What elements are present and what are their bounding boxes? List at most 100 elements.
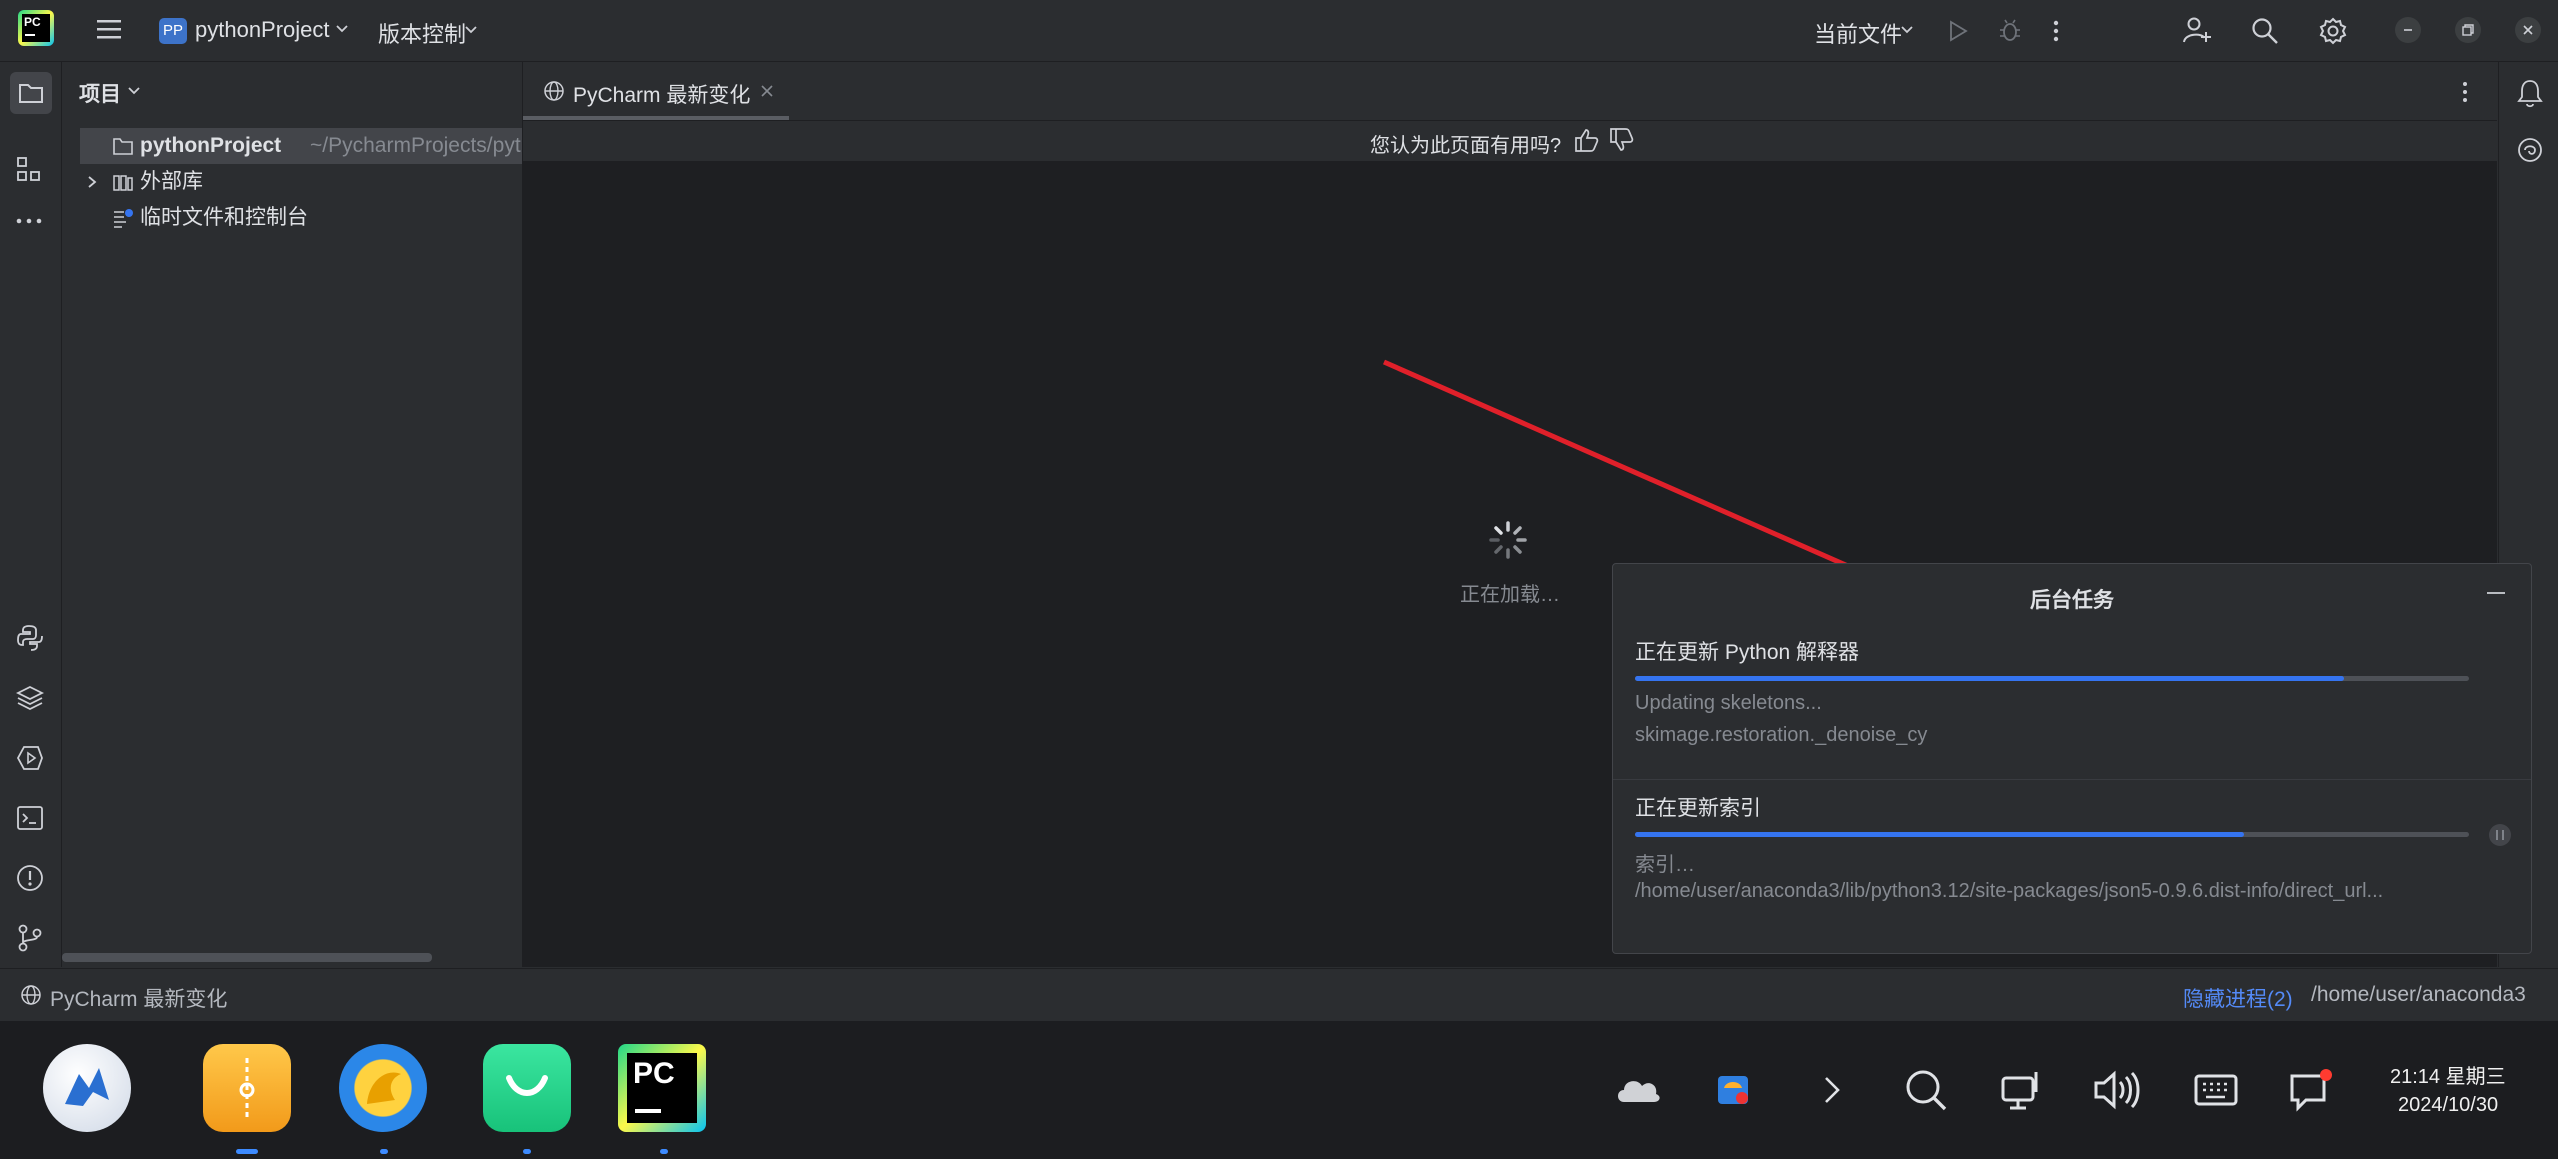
cloud-icon[interactable] xyxy=(1614,1072,1662,1106)
chevron-down-icon xyxy=(127,83,141,97)
task-status-line: 索引… xyxy=(1635,854,1695,876)
browser-icon[interactable] xyxy=(339,1044,427,1132)
thumbs-down-icon[interactable] xyxy=(1608,127,1634,153)
task-title: 正在更新 Python 解释器 xyxy=(1635,641,1860,664)
python-console-icon[interactable] xyxy=(16,624,44,652)
running-indicator xyxy=(380,1149,388,1154)
task-title: 正在更新索引 xyxy=(1635,797,1761,820)
tab-label: PyCharm 最新变化 xyxy=(573,84,751,107)
pycharm-app-icon[interactable]: PC xyxy=(618,1044,706,1132)
close-window-icon[interactable] xyxy=(2515,17,2541,43)
task-detail-line: skimage.restoration._denoise_cy xyxy=(1635,724,1928,746)
app-store-icon[interactable] xyxy=(483,1044,571,1132)
external-libraries-label: 外部库 xyxy=(140,170,203,193)
project-name: pythonProject xyxy=(195,17,330,42)
thumbs-up-icon[interactable] xyxy=(1573,127,1599,153)
project-root-label: pythonProject xyxy=(140,134,282,157)
debug-icon[interactable] xyxy=(1998,18,2022,44)
folder-icon xyxy=(112,136,134,156)
restore-window-icon[interactable] xyxy=(2455,17,2481,43)
layers-icon[interactable] xyxy=(16,684,44,712)
running-indicator xyxy=(660,1149,668,1154)
launcher-dragon-icon[interactable] xyxy=(43,1044,131,1132)
chevron-down-icon xyxy=(464,22,478,36)
tab-pycharm-whats-new[interactable]: PyCharm 最新变化 xyxy=(523,62,789,120)
tree-item-project-root[interactable]: pythonProject ~/PycharmProjects/pyth xyxy=(80,128,522,164)
add-user-icon[interactable] xyxy=(2183,16,2211,44)
problems-icon[interactable] xyxy=(16,864,44,892)
active-tab-indicator xyxy=(523,116,789,120)
interpreter-path[interactable]: /home/user/anaconda3 xyxy=(2311,983,2526,1007)
task-item: 正在更新 Python 解释器 Updating skeletons... sk… xyxy=(1613,624,2531,780)
vcs-label: 版本控制 xyxy=(378,22,467,47)
notifications-bell-icon[interactable] xyxy=(2516,78,2544,108)
task-status-line: Updating skeletons... xyxy=(1635,692,1822,714)
scratches-label: 临时文件和控制台 xyxy=(140,206,308,229)
structure-icon[interactable] xyxy=(16,156,44,184)
file-manager-icon[interactable] xyxy=(203,1044,291,1132)
clock-time[interactable]: 21:14 星期三 xyxy=(2390,1060,2506,1089)
library-icon xyxy=(112,172,134,192)
project-panel-header[interactable]: 项目 xyxy=(79,78,140,108)
status-breadcrumb[interactable]: PyCharm 最新变化 xyxy=(50,983,227,1013)
search-icon[interactable] xyxy=(1904,1068,1948,1112)
left-tool-strip xyxy=(0,62,62,967)
collapse-popup-icon[interactable] xyxy=(2485,586,2507,600)
pycharm-app-label: PC xyxy=(633,1057,675,1090)
running-indicator xyxy=(523,1149,531,1154)
clock-date[interactable]: 2024/10/30 xyxy=(2398,1094,2498,1117)
task-progress-bar xyxy=(1635,832,2469,837)
task-item: 正在更新索引 索引… /home/user/anaconda3/lib/pyth… xyxy=(1613,780,2531,940)
task-progress-bar xyxy=(1635,676,2469,681)
chevron-down-icon xyxy=(335,21,349,35)
ai-assistant-icon[interactable] xyxy=(2516,136,2544,164)
keyboard-icon[interactable] xyxy=(2194,1070,2238,1110)
run-icon[interactable] xyxy=(1947,19,1969,43)
more-tools-icon[interactable] xyxy=(16,216,44,226)
globe-icon xyxy=(20,984,42,1006)
status-bar: PyCharm 最新变化 隐藏进程(2) /home/user/anaconda… xyxy=(0,968,2558,1021)
hidden-processes-link[interactable]: 隐藏进程(2) xyxy=(2183,983,2293,1013)
volume-icon[interactable] xyxy=(2092,1068,2140,1112)
project-panel-title: 项目 xyxy=(79,83,121,106)
project-root-path: ~/PycharmProjects/pyth xyxy=(310,134,522,157)
horizontal-scrollbar[interactable] xyxy=(62,953,432,962)
run-config-selector[interactable]: 当前文件 xyxy=(1814,17,1913,47)
run-config-label: 当前文件 xyxy=(1814,22,1903,47)
running-indicator xyxy=(236,1149,258,1154)
chevron-down-icon xyxy=(1900,22,1914,36)
git-branch-icon[interactable] xyxy=(16,924,44,952)
update-manager-icon[interactable] xyxy=(1716,1072,1752,1108)
pause-task-icon[interactable] xyxy=(2489,824,2511,846)
tree-item-external-libraries[interactable]: 外部库 xyxy=(80,164,522,200)
vcs-selector[interactable]: 版本控制 xyxy=(378,17,477,47)
pycharm-logo-label: PC xyxy=(24,15,41,29)
background-tasks-popup: 后台任务 正在更新 Python 解释器 Updating skeletons.… xyxy=(1612,563,2532,954)
more-actions-icon[interactable] xyxy=(2052,19,2060,43)
terminal-icon[interactable] xyxy=(16,804,44,832)
scratches-icon xyxy=(112,208,134,228)
feedback-question: 您认为此页面有用吗? xyxy=(1370,135,1562,157)
pycharm-logo-icon[interactable]: PC xyxy=(18,10,54,46)
notification-center-icon[interactable] xyxy=(2288,1068,2334,1112)
popup-title: 后台任务 xyxy=(2030,589,2114,612)
settings-gear-icon[interactable] xyxy=(2319,17,2347,45)
network-icon[interactable] xyxy=(2000,1068,2044,1112)
chevron-right-icon[interactable] xyxy=(1820,1074,1844,1106)
main-menu-icon[interactable] xyxy=(97,17,123,41)
tab-more-icon[interactable] xyxy=(2461,80,2469,104)
search-icon[interactable] xyxy=(2251,17,2279,45)
project-folder-icon[interactable] xyxy=(10,72,52,114)
project-badge: PP xyxy=(159,18,187,44)
minimize-window-icon[interactable] xyxy=(2395,17,2421,43)
close-tab-icon[interactable] xyxy=(760,84,774,98)
tree-item-scratches[interactable]: 临时文件和控制台 xyxy=(80,200,522,236)
chevron-right-icon[interactable] xyxy=(86,175,98,189)
editor-tab-bar: PyCharm 最新变化 xyxy=(523,62,2497,121)
feedback-bar: 您认为此页面有用吗? xyxy=(523,121,2497,162)
globe-icon xyxy=(543,80,565,102)
project-panel: 项目 pythonProject ~/PycharmProjects/pyth … xyxy=(62,62,523,967)
services-icon[interactable] xyxy=(16,744,44,772)
task-detail-line: /home/user/anaconda3/lib/python3.12/site… xyxy=(1635,880,2384,902)
title-bar: PC PP pythonProject 版本控制 当前文件 xyxy=(0,0,2558,62)
